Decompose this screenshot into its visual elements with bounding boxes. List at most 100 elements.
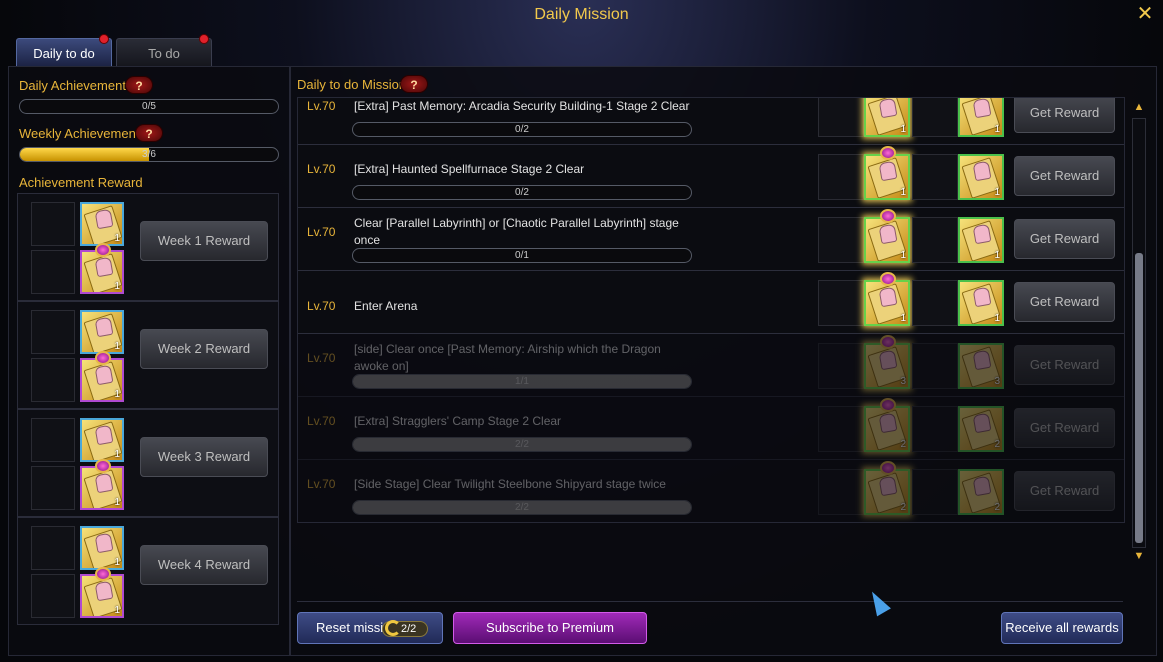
mission-progress-bar: 2/2 [352,437,692,452]
mission-progress-bar: 0/2 [352,122,692,137]
item-quantity: 1 [994,250,1000,261]
nail-scroll-item-icon[interactable]: 1 [864,98,910,137]
item-quantity: 1 [114,233,120,244]
item-quantity: 1 [114,557,120,568]
mission-progress: 0/2 [515,124,529,135]
item-quantity: 3 [994,376,1000,387]
subscribe-premium-button[interactable]: Subscribe to Premium [453,612,647,644]
mission-list: Lv.70 [Extra] Past Memory: Arcadia Secur… [297,97,1125,523]
daily-achievement-label: Daily Achievement [19,78,126,93]
gem-icon [880,209,896,223]
mission-progress-bar: 2/2 [352,500,692,515]
daily-mission-window: Daily Mission ✕ Daily to do To do Daily … [0,0,1163,662]
empty-slot [31,418,75,462]
get-reward-button: Get Reward [1014,471,1115,511]
empty-slot [31,526,75,570]
gem-icon [95,459,111,473]
mission-row: Lv.70 Clear [Parallel Labyrinth] or [Cha… [298,208,1124,271]
mission-title: [Extra] Stragglers' Camp Stage 2 Clear [354,414,562,428]
item-quantity: 2 [994,439,1000,450]
tab-daily-to-do[interactable]: Daily to do [16,34,112,66]
item-quantity: 1 [114,281,120,292]
mission-progress: 1/1 [515,376,529,387]
window-title: Daily Mission [534,6,629,23]
mission-level: Lv.70 [307,351,336,365]
empty-slot [818,469,864,515]
nail-scroll-item-icon: 2 [864,469,910,515]
week-3-reward-button[interactable]: Week 3 Reward [140,437,268,477]
reset-mission-button[interactable]: Reset mission 2/2 [297,612,443,644]
nail-scroll-item-icon[interactable]: 1 [80,310,124,354]
empty-slot [818,280,864,326]
mission-row: Lv.70 [side] Clear once [Past Memory: Ai… [298,334,1124,397]
nail-scroll-item-icon[interactable]: 1 [80,418,124,462]
mission-title: Clear [Parallel Labyrinth] or [Chaotic P… [354,216,679,247]
help-icon[interactable]: ? [135,124,163,142]
help-icon[interactable]: ? [400,75,428,93]
week-4-reward-button[interactable]: Week 4 Reward [140,545,268,585]
mission-progress-bar: 0/1 [352,248,692,263]
empty-slot [31,358,75,402]
mission-row: Lv.70 Enter Arena 1 1 Get Reward [298,271,1124,334]
close-icon[interactable]: ✕ [1135,4,1155,24]
get-reward-button[interactable]: Get Reward [1014,156,1115,196]
mission-title: [Side Stage] Clear Twilight Steelbone Sh… [354,477,666,491]
nail-scroll-item-icon: 3 [958,343,1004,389]
week-2-reward-button[interactable]: Week 2 Reward [140,329,268,369]
item-quantity: 2 [900,502,906,513]
get-reward-button: Get Reward [1014,345,1115,385]
nail-scroll-item-icon[interactable]: 1 [80,202,124,246]
get-reward-button[interactable]: Get Reward [1014,282,1115,322]
nail-scroll-item-icon[interactable]: 1 [958,217,1004,263]
mission-header: Daily to do Mission [297,77,407,92]
mission-level: Lv.70 [307,162,336,176]
item-quantity: 2 [900,439,906,450]
get-reward-button[interactable]: Get Reward [1014,98,1115,133]
week-reward-box: 1 1 Week 2 Reward [17,301,279,409]
item-quantity: 1 [900,313,906,324]
receive-all-rewards-button[interactable]: Receive all rewards [1001,612,1123,644]
gem-icon [95,243,111,257]
nail-scroll-item-icon[interactable]: 1 [864,217,910,263]
empty-slot [31,574,75,618]
mission-row: Lv.70 [Extra] Haunted Spellfurnace Stage… [298,145,1124,208]
nail-scroll-item-icon[interactable]: 1 [958,154,1004,200]
reset-count: 2/2 [401,623,417,635]
nail-scroll-item-icon[interactable]: 1 [958,280,1004,326]
empty-slot [818,98,864,137]
item-quantity: 1 [994,124,1000,135]
mission-level: Lv.70 [307,477,336,491]
empty-slot [912,343,958,389]
mission-title: [Extra] Haunted Spellfurnace Stage 2 Cle… [354,162,585,176]
nail-scroll-item-icon[interactable]: 1 [864,154,910,200]
item-quantity: 1 [114,497,120,508]
item-quantity: 1 [900,187,906,198]
mission-progress: 0/1 [515,250,529,261]
get-reward-button[interactable]: Get Reward [1014,219,1115,259]
item-quantity: 1 [114,449,120,460]
weekly-achievement-label: Weekly Achievement [19,126,140,141]
title-bar: Daily Mission ✕ [0,0,1163,34]
scrollbar[interactable] [1132,118,1146,548]
mission-level: Lv.70 [307,414,336,428]
weekly-achievement-bar: 3/6 [19,147,279,162]
tab-label: To do [148,46,180,61]
week-reward-box: 1 1 Week 3 Reward [17,409,279,517]
daily-achievement-progress: 0/5 [142,101,156,112]
item-quantity: 1 [994,313,1000,324]
item-quantity: 1 [114,389,120,400]
reset-counter: 2/2 [382,620,428,637]
tab-label: Daily to do [33,46,95,61]
nail-scroll-item-icon[interactable]: 1 [958,98,1004,137]
nail-scroll-item-icon[interactable]: 1 [864,280,910,326]
scroll-thumb[interactable] [1135,253,1143,543]
nail-scroll-item-icon[interactable]: 1 [80,526,124,570]
scroll-up-icon[interactable]: ▲ [1132,101,1146,113]
week-reward-box: 1 1 Week 4 Reward [17,517,279,625]
achievement-panel: Daily Achievement ? 0/5 Weekly Achieveme… [8,66,290,656]
week-1-reward-button[interactable]: Week 1 Reward [140,221,268,261]
help-icon[interactable]: ? [125,76,153,94]
scroll-down-icon[interactable]: ▼ [1132,550,1146,562]
gem-icon [880,146,896,160]
tab-to-do[interactable]: To do [116,34,212,66]
